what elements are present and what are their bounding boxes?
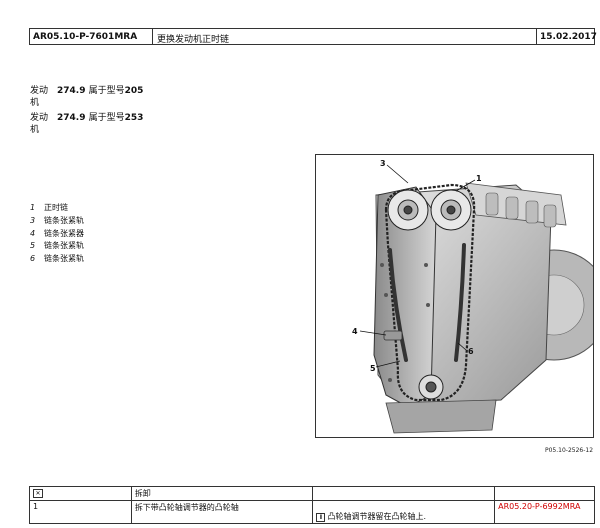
engine-label-cont: 机 bbox=[30, 98, 40, 108]
engine-desc: 属于型号 bbox=[88, 113, 125, 123]
parts-legend: 1 正时链 3 链条张紧轨 4 链条张紧器 5 链条张紧轨 6 链条张紧轨 bbox=[30, 202, 84, 266]
engine-label: 发动 bbox=[30, 86, 49, 96]
engine-model: 274.9 bbox=[57, 86, 86, 96]
step-text: 拆下带凸轮轴调节器的凸轮轴 bbox=[130, 500, 314, 524]
engine-illustration: 3 1 4 6 5 bbox=[315, 154, 594, 438]
engine-label-cont: 机 bbox=[30, 125, 40, 135]
callout-1: 1 bbox=[476, 174, 482, 183]
wrench-icon: ✕ bbox=[33, 489, 43, 498]
document-code: AR05.10-P-7601MRA bbox=[30, 29, 153, 44]
engine-row: 发动机 274.9 属于型号205 bbox=[30, 85, 143, 109]
work-steps-table: ✕ 拆卸 1 拆下带凸轮轴调节器的凸轮轴 i 凸轮轴调节器留在凸轮轴上. AR05… bbox=[29, 486, 595, 524]
info-icon: i bbox=[316, 513, 326, 522]
engine-row: 发动机 274.9 属于型号253 bbox=[30, 112, 143, 136]
engine-label: 发动 bbox=[30, 113, 49, 123]
callout-6: 6 bbox=[468, 347, 474, 356]
callout-5: 5 bbox=[370, 364, 376, 373]
engine-desc: 属于型号 bbox=[88, 86, 125, 96]
document-date: 15.02.2017 bbox=[540, 32, 597, 42]
header-label: 拆卸 bbox=[130, 486, 314, 501]
engine-type: 205 bbox=[124, 86, 144, 96]
step-note: 凸轮轴调节器留在凸轮轴上. bbox=[327, 512, 426, 521]
legend-item: 1 正时链 bbox=[30, 203, 68, 212]
engine-type: 253 bbox=[124, 113, 144, 123]
table-row: 1 拆下带凸轮轴调节器的凸轮轴 i 凸轮轴调节器留在凸轮轴上. AR05.20-P… bbox=[29, 500, 595, 524]
document-header: AR05.10-P-7601MRA 更换发动机正时链 15.02.2017 bbox=[29, 28, 597, 45]
legend-item: 5 链条张紧轨 bbox=[30, 241, 84, 251]
callout-3: 3 bbox=[380, 159, 386, 168]
reference-link[interactable]: AR05.20-P-6992MRA bbox=[498, 502, 580, 511]
step-number: 1 bbox=[29, 500, 132, 524]
legend-item: 6 链条张紧轨 bbox=[30, 254, 84, 264]
document-title: 更换发动机正时链 bbox=[153, 29, 537, 45]
tool-icon-cell: ✕ bbox=[29, 486, 132, 501]
engine-drawing: 3 1 4 6 5 bbox=[352, 159, 593, 434]
figure-code: P05.10-2526-12 bbox=[545, 447, 594, 454]
engine-model: 274.9 bbox=[57, 113, 86, 123]
callout-4: 4 bbox=[352, 327, 358, 336]
table-header-row: ✕ 拆卸 bbox=[29, 486, 595, 501]
legend-item: 4 链条张紧器 bbox=[30, 228, 84, 238]
legend-item: 3 链条张紧轨 bbox=[30, 215, 84, 225]
